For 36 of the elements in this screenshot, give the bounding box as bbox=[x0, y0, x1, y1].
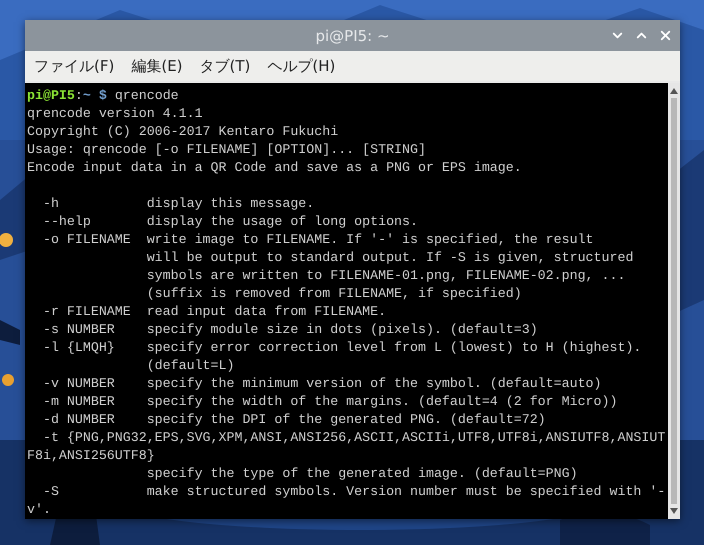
output-line: -m NUMBER specify the width of the margins. (default=4 (2 for Micro)) bbox=[42, 394, 618, 409]
output-line: -d NUMBER specify the DPI of the generated PNG. (default=72) bbox=[42, 412, 546, 427]
output-line: -t {PNG,PNG32,EPS,SVG,XPM,ANSI,ANSI256,ASCII,ASCIIi,UTF8,UTF8i,ANSIUTF8,ANSIUT bbox=[42, 430, 666, 445]
output-line: -s NUMBER specify module size in dots (pixels). (default=3) bbox=[42, 322, 538, 337]
output-line: -v NUMBER specify the minimum version of the symbol. (default=auto) bbox=[42, 376, 602, 391]
menu-item[interactable]: 編集(E) bbox=[125, 54, 189, 78]
output-line: Encode input data in a QR Code and save as a PNG or EPS image. bbox=[27, 160, 522, 175]
prompt-user: pi@PI5 bbox=[27, 88, 75, 103]
scroll-down-icon[interactable] bbox=[669, 507, 679, 515]
output-line: F8i,ANSI256UTF8} bbox=[27, 448, 155, 463]
output-line: will be output to standard output. If -S is given, structured bbox=[146, 250, 634, 265]
window-title: pi@PI5: ~ bbox=[315, 26, 390, 44]
output-line: --help display the usage of long options. bbox=[42, 214, 418, 229]
output-line: Copyright (C) 2006-2017 Kentaro Fukuchi bbox=[27, 124, 338, 139]
scrollbar-thumb[interactable] bbox=[671, 98, 677, 504]
output-line: -S make structured symbols. Version number must be specified with '- bbox=[42, 484, 666, 499]
output-line: symbols are written to FILENAME-01.png, FILENAME-02.png, ... bbox=[146, 268, 626, 283]
prompt-path: ~ bbox=[82, 88, 91, 103]
prompt-separator: : bbox=[74, 88, 83, 103]
output-line: v'. bbox=[27, 502, 51, 517]
output-line: (suffix is removed from FILENAME, if specified) bbox=[146, 286, 522, 301]
scrollbar[interactable] bbox=[668, 83, 680, 519]
output-line: -r FILENAME read input data from FILENAME. bbox=[42, 304, 386, 319]
output-line: -h display this message. bbox=[42, 196, 314, 211]
menu-item[interactable]: ファイル(F) bbox=[28, 54, 120, 78]
scroll-up-icon[interactable] bbox=[669, 87, 679, 95]
menu-item[interactable]: ヘルプ(H) bbox=[261, 54, 342, 78]
output-line: qrencode version 4.1.1 bbox=[27, 106, 203, 121]
prompt-symbol: $ bbox=[98, 88, 107, 103]
output-line: specify the type of the generated image. (default=PNG) bbox=[146, 466, 578, 481]
output-line: Usage: qrencode [-o FILENAME] [OPTION]... [STRING] bbox=[27, 142, 426, 157]
output-line: -l {LMQH} specify error correction level from L (lowest) to H (highest). bbox=[42, 340, 642, 355]
command-text: qrencode bbox=[114, 88, 179, 103]
menu-item[interactable]: タブ(T) bbox=[194, 54, 256, 78]
output-line: -o FILENAME write image to FILENAME. If '-' is specified, the result bbox=[42, 232, 594, 247]
output-line: (default=L) bbox=[146, 358, 234, 373]
